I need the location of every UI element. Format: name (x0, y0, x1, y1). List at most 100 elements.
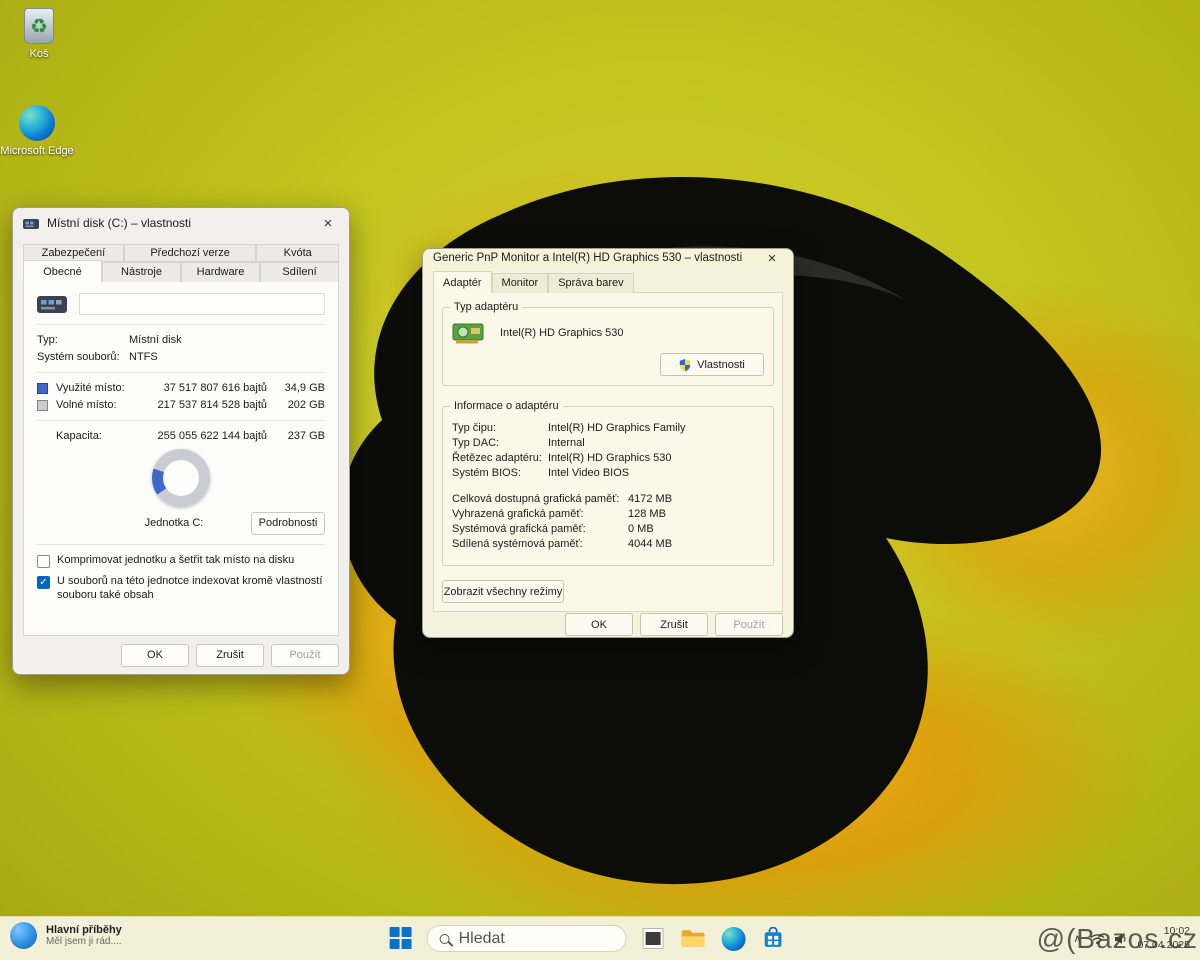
type-label: Typ: (37, 334, 129, 346)
info-value: 0 MB (628, 523, 654, 535)
adapter-dialog-titlebar[interactable]: Generic PnP Monitor a Intel(R) HD Graphi… (423, 249, 793, 267)
recycle-glyph: ♻ (30, 14, 48, 39)
adapter-type-group: Typ adaptéru Intel(R) HD Graphics 530 (442, 307, 774, 386)
used-space-size: 34,9 GB (267, 382, 325, 394)
taskbar-search[interactable]: Hledat (427, 925, 627, 952)
disk-dialog-title: Místní disk (C:) – vlastnosti (47, 216, 191, 230)
adapter-properties-button-label: Vlastnosti (697, 359, 745, 371)
app-window-thumbnail-button[interactable] (640, 925, 667, 952)
adapter-dialog-footer: OK Zrušit Použít (423, 612, 793, 637)
clock-time: 10:02 (1137, 925, 1190, 939)
free-space-size: 202 GB (267, 399, 325, 411)
microsoft-store-button[interactable] (760, 925, 787, 952)
adapter-name: Intel(R) HD Graphics 530 (500, 327, 624, 339)
info-value: 4172 MB (628, 493, 672, 505)
window-thumbnail-icon (643, 928, 664, 949)
hidden-icons-chevron-icon[interactable]: ∧ (1073, 932, 1081, 945)
info-value: Internal (548, 437, 585, 449)
tab-obecne[interactable]: Obecné (23, 260, 102, 282)
file-explorer-button[interactable] (680, 925, 707, 952)
ok-button[interactable]: OK (121, 644, 189, 667)
edge-button[interactable] (720, 925, 747, 952)
taskbar: Hlavní příběhy Měl jsem ji rád.... Hleda… (0, 916, 1200, 960)
drive-icon (37, 293, 67, 315)
widgets-icon (10, 922, 37, 949)
tab-sprava-barev[interactable]: Správa barev (548, 273, 633, 293)
info-label: Celková dostupná grafická paměť: (452, 493, 628, 505)
filesystem-label: Systém souborů: (37, 351, 129, 363)
adapter-properties-dialog: Generic PnP Monitor a Intel(R) HD Graphi… (422, 248, 794, 638)
tab-monitor[interactable]: Monitor (492, 273, 549, 293)
type-value: Místní disk (129, 334, 182, 346)
info-value: 4044 MB (628, 538, 672, 550)
filesystem-value: NTFS (129, 351, 158, 363)
show-all-modes-button[interactable]: Zobrazit všechny režimy (442, 580, 564, 603)
tab-hardware[interactable]: Hardware (181, 262, 260, 282)
folder-icon (681, 928, 706, 949)
tab-predchozi-verze[interactable]: Předchozí verze (124, 244, 257, 262)
volume-label-input[interactable] (79, 293, 325, 315)
widgets-button[interactable]: Hlavní příběhy Měl jsem ji rád.... (10, 922, 122, 949)
search-icon (440, 934, 450, 944)
disk-dialog-titlebar[interactable]: Místní disk (C:) – vlastnosti × (13, 208, 349, 238)
disk-properties-dialog: Místní disk (C:) – vlastnosti × Zabezpeč… (12, 207, 350, 675)
edge-icon (721, 927, 745, 951)
info-value: 128 MB (628, 508, 666, 520)
disk-dialog-footer: OK Zrušit Použít (13, 636, 349, 674)
volume-icon[interactable] (1114, 933, 1128, 945)
system-tray: ∧ 10:02 07.04.2025 (1073, 917, 1190, 960)
close-icon[interactable]: × (317, 215, 339, 232)
info-value: Intel(R) HD Graphics 530 (548, 452, 672, 464)
ok-button[interactable]: OK (565, 613, 633, 636)
apply-button[interactable]: Použít (715, 613, 783, 636)
index-checkbox[interactable]: ✓ (37, 576, 50, 589)
info-label: Vyhrazená grafická paměť: (452, 508, 628, 520)
adapter-info-group-label: Informace o adaptéru (450, 400, 563, 412)
info-label: Typ čipu: (452, 422, 548, 434)
recycle-bin-icon: ♻ (24, 8, 54, 44)
graphics-card-icon (452, 320, 486, 346)
used-space-label: Využité místo: (56, 382, 144, 394)
info-label: Systémová grafická paměť: (452, 523, 628, 535)
recycle-bin-label: Koš (0, 48, 78, 61)
free-space-row: Volné místo: 217 537 814 528 bajtů 202 G… (37, 399, 325, 411)
adapter-type-group-label: Typ adaptéru (450, 301, 522, 313)
taskbar-clock[interactable]: 10:02 07.04.2025 (1137, 925, 1190, 952)
drive-icon-small (23, 217, 39, 230)
info-label: Řetězec adaptéru: (452, 452, 548, 464)
free-space-label: Volné místo: (56, 399, 144, 411)
adapter-properties-button[interactable]: Vlastnosti (660, 353, 764, 376)
tab-kvota[interactable]: Kvóta (256, 244, 339, 262)
capacity-label: Kapacita: (37, 430, 145, 442)
close-icon[interactable]: × (761, 250, 783, 267)
tab-nastroje[interactable]: Nástroje (102, 262, 181, 282)
capacity-row: Kapacita: 255 055 622 144 bajtů 237 GB (37, 430, 325, 442)
info-value: Intel(R) HD Graphics Family (548, 422, 686, 434)
apply-button[interactable]: Použít (271, 644, 339, 667)
adapter-info-group: Informace o adaptéru Typ čipu:Intel(R) H… (442, 406, 774, 566)
tab-adapter[interactable]: Adaptér (433, 271, 492, 293)
adapter-tab-page: Typ adaptéru Intel(R) HD Graphics 530 (433, 292, 783, 612)
network-wifi-icon[interactable] (1090, 933, 1105, 945)
cancel-button[interactable]: Zrušit (640, 613, 708, 636)
details-button[interactable]: Podrobnosti (251, 512, 325, 535)
info-label: Sdílená systémová paměť: (452, 538, 628, 550)
widget-headline: Hlavní příběhy (46, 924, 122, 936)
widget-subheadline: Měl jsem ji rád.... (46, 936, 122, 947)
info-label: Typ DAC: (452, 437, 548, 449)
index-checkbox-row[interactable]: ✓ U souborů na této jednotce indexovat k… (37, 575, 325, 603)
start-button[interactable] (390, 927, 414, 951)
free-space-bytes: 217 537 814 528 bajtů (144, 399, 267, 411)
desktop-icon-recycle-bin[interactable]: ♻ Koš (0, 6, 78, 61)
compress-checkbox-row[interactable]: Komprimovat jednotku a šetřit tak místo … (37, 554, 325, 568)
index-checkbox-label: U souborů na této jednotce indexovat kro… (57, 575, 325, 603)
desktop-icon-microsoft-edge[interactable]: Microsoft Edge (0, 103, 76, 158)
adapter-dialog-tabs: Adaptér Monitor Správa barev (423, 267, 793, 293)
used-space-row: Využité místo: 37 517 807 616 bajtů 34,9… (37, 382, 325, 394)
edge-label: Microsoft Edge (0, 145, 76, 158)
compress-checkbox[interactable] (37, 555, 50, 568)
cancel-button[interactable]: Zrušit (196, 644, 264, 667)
info-label: Systém BIOS: (452, 467, 548, 479)
tab-sdileni[interactable]: Sdílení (260, 262, 339, 282)
used-space-bytes: 37 517 807 616 bajtů (144, 382, 267, 394)
